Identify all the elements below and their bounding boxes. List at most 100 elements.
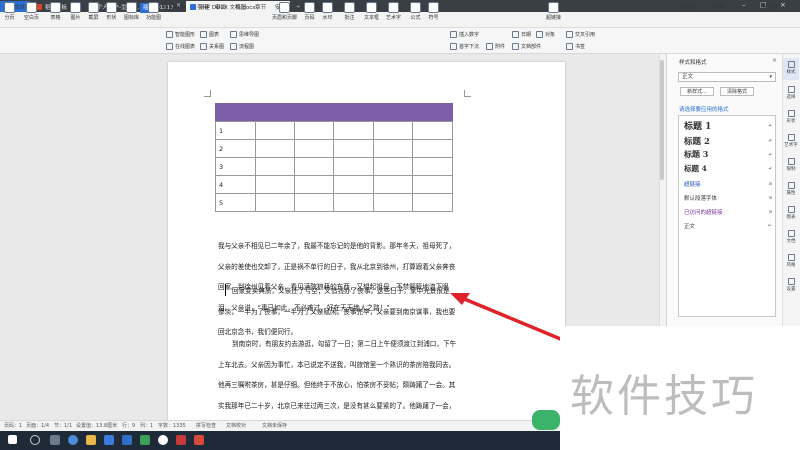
table-cell[interactable] — [372, 121, 414, 140]
table-cell[interactable] — [333, 121, 374, 140]
table-button[interactable]: 表格 — [50, 2, 61, 21]
table-cell[interactable] — [293, 157, 335, 176]
document-table[interactable]: 12345 — [215, 121, 453, 212]
close-window-button[interactable]: × — [780, 1, 786, 9]
status-pages[interactable]: 页面：1/4 — [26, 422, 49, 429]
word-icon[interactable] — [122, 435, 132, 445]
table-cell[interactable] — [372, 175, 414, 194]
table-cell[interactable] — [293, 193, 335, 212]
symbol-button[interactable]: 符号 — [428, 2, 439, 21]
online-chart-button[interactable]: 在线图表 — [166, 43, 195, 50]
app-icon[interactable] — [140, 435, 150, 445]
menu-layout[interactable]: 页面布局 — [160, 3, 188, 13]
menu-chapter[interactable]: 章节 — [252, 3, 269, 13]
style-heading-4[interactable]: 标题 4 ↵ — [681, 162, 775, 175]
table-cell-number[interactable]: 5 — [215, 193, 256, 212]
status-word-count[interactable]: 字数：1335 — [158, 422, 186, 429]
side-select-button[interactable]: 选择 — [783, 86, 799, 100]
clear-format-button[interactable]: 清除格式 — [720, 87, 754, 96]
style-heading-2[interactable]: 标题 2 ↵ — [681, 134, 775, 147]
current-style-select[interactable]: 正文 ▾ — [678, 72, 776, 82]
drop-cap-button[interactable]: 首字下沉 — [450, 43, 479, 50]
table-cell[interactable] — [293, 121, 335, 140]
side-property-button[interactable]: 属性 — [783, 182, 799, 196]
page-number-button[interactable]: 页码 — [304, 2, 315, 21]
insert-number-button[interactable]: 插入数字 — [450, 31, 479, 38]
shape-button[interactable]: 形状 — [106, 2, 117, 21]
share-button[interactable]: 分享 — [710, 3, 727, 13]
side-document-button[interactable]: 文档 — [783, 230, 799, 244]
side-theme-button[interactable]: 风格 — [783, 254, 799, 268]
table-header-row[interactable] — [215, 103, 453, 121]
style-body[interactable]: 正文 ↵ — [681, 219, 775, 232]
table-cell[interactable] — [333, 175, 374, 194]
screenshot-button[interactable]: 截屏 — [88, 2, 99, 21]
table-cell[interactable] — [372, 157, 414, 176]
side-chart-button[interactable]: 图表 — [783, 206, 799, 220]
style-heading-3[interactable]: 标题 3 ↵ — [681, 148, 775, 161]
table-row[interactable]: 2 — [215, 139, 453, 158]
table-cell[interactable] — [333, 157, 374, 176]
table-row[interactable]: 3 — [215, 157, 453, 176]
search-icon[interactable] — [30, 435, 40, 445]
doc-parts-button[interactable]: 文档部件 — [512, 43, 541, 50]
object-button[interactable]: 对象 — [536, 31, 555, 38]
chart-button[interactable]: 图表 — [200, 31, 219, 38]
cross-reference-button[interactable]: 交叉引用 — [566, 31, 595, 38]
flowchart-button[interactable]: 流程图 — [230, 43, 254, 50]
side-restrict-button[interactable]: 限制 — [783, 158, 799, 172]
edge-icon[interactable] — [68, 435, 78, 445]
smart-graphic-button[interactable]: 智能图形 — [166, 31, 195, 38]
close-pane-icon[interactable]: × — [772, 57, 777, 64]
store-icon[interactable] — [104, 435, 114, 445]
page-break-button[interactable]: 分页 — [4, 2, 15, 21]
menu-review[interactable]: 审阅 — [212, 3, 229, 13]
minimize-button[interactable]: – — [742, 1, 746, 9]
table-cell[interactable] — [254, 121, 295, 140]
icon-library-button[interactable]: 图标库 — [124, 2, 139, 21]
table-cell[interactable] — [372, 139, 414, 158]
style-visited-hyperlink[interactable]: 已访问的超链接 a — [681, 205, 775, 218]
table-cell[interactable] — [372, 193, 414, 212]
scrollbar-thumb[interactable] — [660, 60, 664, 180]
table-cell[interactable] — [333, 193, 374, 212]
sync-status[interactable]: 已同步 — [676, 3, 699, 13]
function-chart-button[interactable]: 功能图 — [146, 2, 161, 21]
table-cell[interactable] — [254, 157, 295, 176]
formula-button[interactable]: 公式 — [410, 2, 421, 21]
wps-icon[interactable] — [176, 435, 186, 445]
status-doc-check[interactable]: 文档校对 — [226, 422, 246, 429]
style-default-font[interactable]: 默认段落字体 a — [681, 191, 775, 204]
table-cell[interactable] — [412, 157, 453, 176]
table-cell-number[interactable]: 1 — [215, 121, 256, 140]
side-art-text-button[interactable]: 艺术字 — [783, 134, 799, 148]
bookmark-button[interactable]: 书签 — [566, 43, 585, 50]
watermark-button[interactable]: 水印 — [322, 2, 333, 21]
menu-view[interactable]: 视图 — [232, 3, 249, 13]
table-cell[interactable] — [254, 175, 295, 194]
table-cell-number[interactable]: 2 — [215, 139, 256, 158]
style-hyperlink[interactable]: 超链接 a — [681, 177, 775, 190]
user-name[interactable]: 前王翔 — [758, 3, 781, 13]
start-icon[interactable] — [8, 435, 17, 444]
new-style-button[interactable]: 新样式... — [680, 87, 714, 96]
date-button[interactable]: 日期 — [512, 31, 531, 38]
attachment-button[interactable]: 附件 — [486, 43, 505, 50]
table-cell[interactable] — [412, 139, 453, 158]
table-row[interactable]: 1 — [215, 121, 453, 140]
comment-button[interactable]: 批注 — [344, 2, 355, 21]
relation-graph-button[interactable]: 关系图 — [200, 43, 224, 50]
wps-icon[interactable] — [194, 435, 204, 445]
folder-icon[interactable] — [86, 435, 96, 445]
textbox-button[interactable]: 文本框 — [364, 2, 379, 21]
table-cell[interactable] — [412, 121, 453, 140]
table-cell[interactable] — [333, 139, 374, 158]
table-row[interactable]: 5 — [215, 193, 453, 212]
table-cell[interactable] — [412, 175, 453, 194]
app-icon[interactable] — [158, 435, 168, 445]
mind-map-button[interactable]: 思维导图 — [230, 31, 259, 38]
floating-assistant-button[interactable] — [532, 410, 560, 430]
table-row[interactable]: 4 — [215, 175, 453, 194]
hyperlink-button[interactable]: 超链接 — [546, 2, 561, 21]
side-style-button[interactable]: 样式 — [783, 58, 799, 80]
